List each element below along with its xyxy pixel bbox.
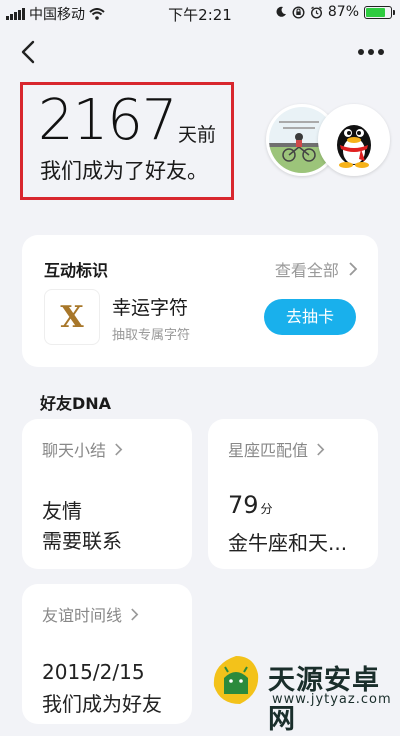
android-logo-icon bbox=[213, 656, 259, 704]
alarm-icon bbox=[310, 5, 322, 19]
zodiac-text: 金牛座和天... bbox=[228, 531, 348, 555]
timeline-label: 友谊时间线 bbox=[42, 606, 123, 625]
more-dots-icon[interactable] bbox=[354, 40, 388, 64]
qq-penguin-icon bbox=[321, 107, 387, 173]
status-right: 87% bbox=[275, 4, 395, 20]
zodiac-match-card[interactable]: 星座匹配值 79 分 金牛座和天... bbox=[208, 419, 378, 569]
moon-icon bbox=[276, 6, 286, 17]
zodiac-score-unit: 分 bbox=[260, 502, 273, 516]
chat-summary-card[interactable]: 聊天小结 友情 需要联系 bbox=[22, 419, 192, 569]
friendship-timeline-card[interactable]: 友谊时间线 2015/2/15 我们成为好友 bbox=[22, 584, 192, 724]
see-all-link[interactable]: 查看全部 bbox=[275, 257, 358, 281]
zodiac-label: 星座匹配值 bbox=[228, 441, 309, 460]
lucky-char-subtitle: 抽取专属字符 bbox=[112, 328, 191, 343]
timeline-date: 2015/2/15 bbox=[42, 660, 145, 684]
watermark-url: www.jytyaz.com bbox=[272, 692, 392, 707]
my-avatar[interactable] bbox=[318, 104, 390, 176]
friends-since-text: 我们成为了好友。 bbox=[40, 159, 208, 183]
interaction-title: 互动标识 bbox=[44, 261, 109, 280]
timeline-text: 我们成为好友 bbox=[42, 692, 162, 716]
days-unit: 天前 bbox=[178, 124, 217, 146]
watermark: 天源安卓网 www.jytyaz.com bbox=[210, 648, 400, 735]
status-bar: 中国移动 下午2:21 87% bbox=[0, 0, 400, 26]
zodiac-score-value: 79 bbox=[228, 491, 259, 519]
battery-level-fill bbox=[366, 7, 385, 17]
chat-summary-label: 聊天小结 bbox=[42, 441, 107, 460]
battery-percent: 87% bbox=[327, 4, 359, 20]
friend-dna-title: 好友DNA bbox=[40, 394, 112, 413]
battery-icon bbox=[364, 5, 395, 19]
lucky-char-title: 幸运字符 bbox=[112, 297, 189, 319]
see-all-label: 查看全部 bbox=[274, 261, 339, 280]
back-chevron-icon[interactable] bbox=[16, 38, 40, 66]
chat-summary-head: 聊天小结 bbox=[42, 437, 123, 461]
chevron-right-icon bbox=[349, 262, 358, 276]
chat-summary-line1: 友情 bbox=[42, 499, 82, 523]
chevron-right-icon bbox=[115, 443, 123, 456]
days-count: 2167 bbox=[38, 88, 178, 153]
lucky-char-icon: X bbox=[44, 289, 100, 345]
draw-card-button[interactable]: 去抽卡 bbox=[264, 299, 356, 335]
timeline-head: 友谊时间线 bbox=[42, 602, 139, 626]
chat-summary-line2: 需要联系 bbox=[42, 529, 122, 553]
rotation-lock-icon bbox=[292, 5, 305, 19]
zodiac-score: 79 分 bbox=[228, 491, 273, 519]
avatars bbox=[266, 102, 390, 176]
chevron-right-icon bbox=[131, 608, 139, 621]
interaction-card: 互动标识 查看全部 X 幸运字符 抽取专属字符 去抽卡 bbox=[22, 235, 378, 367]
chevron-right-icon bbox=[317, 443, 325, 456]
zodiac-head: 星座匹配值 bbox=[228, 437, 325, 461]
